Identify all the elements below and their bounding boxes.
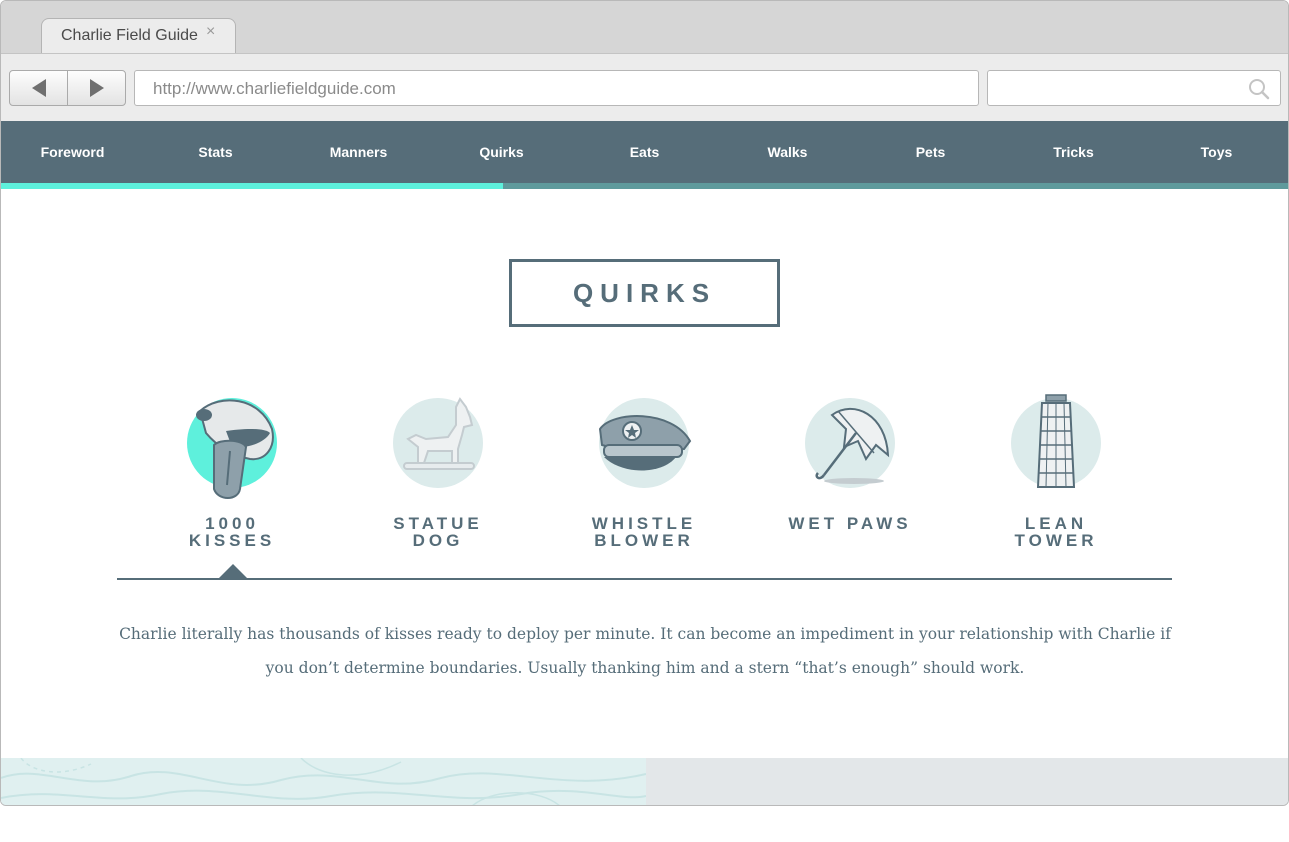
nav-item-pets[interactable]: Pets (859, 121, 1002, 183)
site-nav: Foreword Stats Manners Quirks Eats Walks… (1, 121, 1288, 189)
nav-item-toys[interactable]: Toys (1145, 121, 1288, 183)
nav-item-foreword[interactable]: Foreword (1, 121, 144, 183)
quirk-label: WHISTLE BLOWER (591, 514, 697, 550)
address-bar[interactable]: http://www.charliefieldguide.com (134, 70, 979, 106)
nav-item-quirks[interactable]: Quirks (430, 121, 573, 183)
quirk-description: Charlie literally has thousands of kisse… (119, 625, 1171, 677)
kiss-icon (187, 398, 277, 499)
page-title: QUIRKS (509, 259, 780, 327)
quirk-list: 1000 KISSES STATUE DOG WHISTLE BLOWER WE… (129, 389, 1159, 549)
quirk-label: LEAN TOWER (1014, 514, 1098, 550)
map-contour-graphic (1, 758, 646, 805)
quirk-item-lean-tower[interactable]: LEAN TOWER (953, 389, 1159, 549)
forward-button[interactable] (67, 71, 125, 105)
back-arrow-icon (31, 79, 46, 97)
back-button[interactable] (10, 71, 67, 105)
nav-item-manners[interactable]: Manners (287, 121, 430, 183)
footer-band (1, 758, 1288, 805)
umbrella-icon (805, 398, 895, 488)
quirk-item-statue-dog[interactable]: STATUE DOG (335, 389, 541, 549)
nav-item-eats[interactable]: Eats (573, 121, 716, 183)
tab-close-icon[interactable]: × (206, 23, 215, 41)
statue-dog-icon (393, 397, 483, 488)
selected-quirk-pointer (219, 564, 247, 578)
search-input[interactable] (987, 70, 1281, 106)
nav-item-tricks[interactable]: Tricks (1002, 121, 1145, 183)
reading-progress-fill (1, 183, 503, 189)
forward-arrow-icon (89, 79, 104, 97)
history-buttons (9, 70, 126, 106)
tab-title[interactable]: Charlie Field Guide (61, 27, 198, 45)
reading-progress-track (1, 183, 1288, 189)
quirk-item-wet-paws[interactable]: WET PAWS (747, 389, 953, 532)
quirk-label: STATUE DOG (393, 514, 483, 550)
browser-window: Charlie Field Guide × http://www.charlie… (0, 0, 1289, 806)
footer-map-pattern (1, 758, 646, 805)
tab-strip: Charlie Field Guide × (1, 1, 1288, 54)
police-cap-icon (598, 398, 692, 488)
quirk-label: WET PAWS (788, 514, 912, 533)
nav-item-stats[interactable]: Stats (144, 121, 287, 183)
leaning-tower-icon (1011, 394, 1101, 488)
quirk-label: 1000 KISSES (188, 514, 276, 550)
browser-toolbar: http://www.charliefieldguide.com (1, 53, 1288, 121)
quirk-item-whistle-blower[interactable]: WHISTLE BLOWER (541, 389, 747, 549)
quirk-item-kisses[interactable]: 1000 KISSES (129, 389, 335, 549)
quirk-divider (117, 578, 1172, 580)
nav-item-walks[interactable]: Walks (716, 121, 859, 183)
search-icon[interactable] (1248, 78, 1270, 100)
